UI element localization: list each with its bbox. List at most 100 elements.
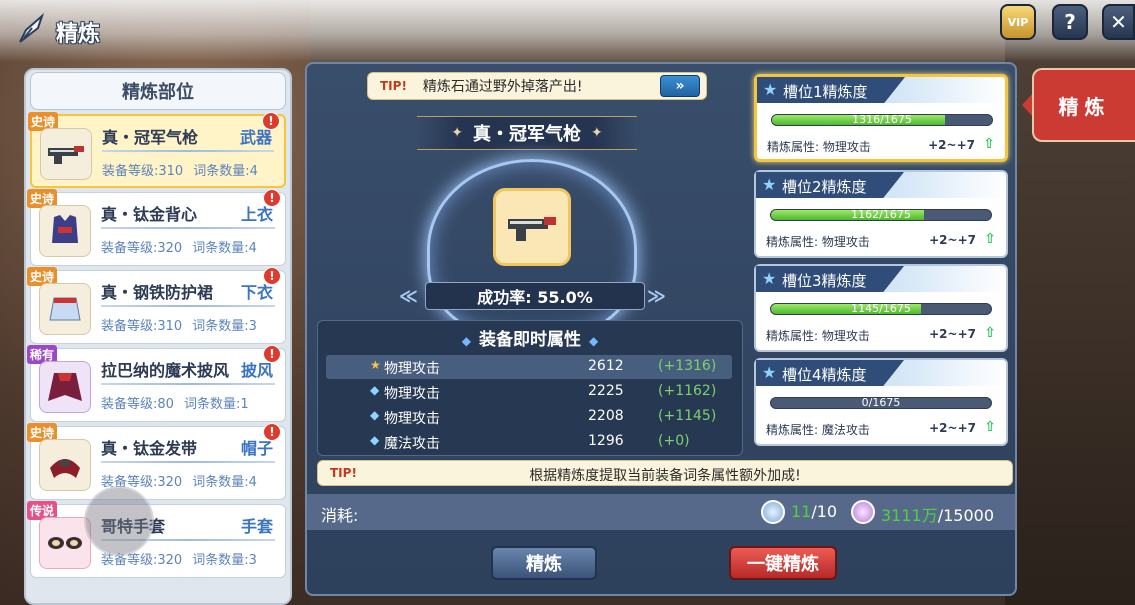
page-title: 精炼 (56, 22, 101, 47)
attributes-title: ◆ 装备即时属性 ◆ (318, 325, 742, 350)
slot-title: 槽位4精炼度 (782, 366, 867, 384)
slot-attribute: 精炼属性: 魔法攻击 (766, 423, 870, 437)
slot-range: +2~+7 (929, 233, 976, 247)
star-icon: ★ (762, 269, 777, 288)
tip-bottom-text: 根据精炼度提取当前装备词条属性额外加成! (529, 468, 801, 484)
equipment-entries: 词条数量:4 (192, 241, 257, 256)
slot-progress-bar: 1162/1675 (770, 209, 992, 221)
gloves-icon (39, 517, 91, 569)
refine-slot-4[interactable]: ★ 槽位4精炼度 0/1675 精炼属性: 魔法攻击 +2~+7 ⇧ (754, 358, 1008, 446)
one-key-refine-button[interactable]: 一键精炼 (729, 546, 837, 580)
side-tab-refine[interactable]: 精炼 (1032, 68, 1135, 142)
arrow-right-icon: ≫ (647, 286, 666, 307)
divider (101, 461, 275, 463)
headband-icon (39, 439, 91, 491)
equipment-entries: 词条数量:4 (193, 164, 258, 179)
refine-slot-1[interactable]: ★ 槽位1精炼度 1316/1675 精炼属性: 物理攻击 +2~+7 ⇧ (754, 74, 1008, 162)
equipment-entries: 词条数量:1 (183, 397, 249, 412)
gold-need: /15000 (937, 506, 995, 525)
attribute-value: 1296 (588, 433, 624, 449)
divider (101, 383, 275, 385)
diamond-icon: ◆ (370, 383, 380, 397)
stone-cost: 11/10 (791, 502, 837, 521)
close-icon: ✕ (1110, 10, 1127, 34)
equipment-slot: 手套 (240, 517, 273, 536)
star-icon: ★ (762, 175, 777, 194)
slot-progress-bar: 0/1675 (770, 397, 992, 409)
help-button[interactable]: ? (1052, 4, 1088, 40)
attribute-value: 2225 (588, 383, 624, 399)
top-bar: 精炼 VIP ? ✕ (0, 0, 1135, 62)
instant-attributes-panel: ◆ 装备即时属性 ◆ ★ 物理攻击 2612 (+1316) ◆ 物理攻击 2225… (317, 320, 743, 456)
star-icon: ★ (763, 80, 778, 99)
quill-icon (19, 12, 45, 43)
equipment-name: 真・钛金背心 (101, 205, 198, 224)
equipment-entries: 词条数量:4 (192, 475, 257, 490)
alert-icon: ! (263, 423, 281, 441)
diamond-icon: ◆ (370, 433, 380, 447)
equipment-list-title: 精炼部位 (30, 72, 286, 110)
slot-progress-text: 1145/1675 (851, 303, 911, 315)
equipment-item[interactable]: 史诗 真・钛金发带 帽子 装备等级:320 词条数量:4 ! (27, 423, 286, 500)
attribute-value: 2208 (588, 408, 624, 424)
equipment-item[interactable]: 传说 哥特手套 手套 装备等级:320 词条数量:3 (27, 501, 286, 578)
diamond-icon: ◆ (370, 408, 380, 422)
divider (101, 305, 275, 307)
selected-item-title: ✦ 真・冠军气枪 ✦ (417, 116, 637, 150)
sparkle-icon: ✦ (591, 125, 603, 141)
tip-bottom-banner: TIP! 根据精炼度提取当前装备词条属性额外加成! (317, 460, 1013, 486)
equipment-level: 装备等级:310 (101, 319, 183, 334)
attribute-row: ◆ 魔法攻击 1296 (+0) (326, 430, 732, 454)
tip-next-button[interactable]: » (660, 75, 700, 97)
selected-item-name: 真・冠军气枪 (473, 124, 581, 145)
slot-progress-bar: 1145/1675 (770, 303, 992, 315)
slot-progress-text: 1162/1675 (851, 209, 911, 221)
vip-label: VIP (1007, 15, 1029, 29)
slot-title: 槽位1精炼度 (783, 83, 868, 101)
equipment-name: 真・钢铁防护裙 (101, 283, 214, 302)
slot-progress-bar: 1316/1675 (771, 114, 993, 126)
equipment-level: 装备等级:320 (101, 241, 183, 256)
slot-title: 槽位2精炼度 (782, 178, 867, 196)
equipment-entries: 词条数量:3 (192, 319, 257, 334)
tip-tag: TIP! (380, 79, 407, 93)
attribute-name: 物理攻击 (384, 411, 440, 427)
equipment-item[interactable]: 稀有 拉巴纳的魔术披风 披风 装备等级:80 词条数量:1 ! (27, 345, 286, 422)
equipment-item[interactable]: 史诗 真・冠军气枪 武器 装备等级:310 词条数量:4 ! (28, 112, 286, 188)
slot-progress-text: 1316/1675 (852, 114, 912, 126)
alert-icon: ! (263, 189, 281, 207)
star-icon: ★ (370, 358, 381, 372)
vest-icon (39, 205, 91, 257)
equipment-name: 真・钛金发带 (101, 439, 198, 458)
success-rate: 成功率: 55.0% (425, 282, 645, 310)
tip-banner: TIP! 精炼石通过野外掉落产出! » (367, 72, 707, 100)
refine-slot-2[interactable]: ★ 槽位2精炼度 1162/1675 精炼属性: 物理攻击 +2~+7 ⇧ (754, 170, 1008, 258)
equipment-item[interactable]: 史诗 真・钢铁防护裙 下衣 装备等级:310 词条数量:3 ! (27, 267, 286, 344)
slot-range: +2~+7 (928, 138, 975, 152)
virtual-joystick[interactable] (84, 486, 154, 556)
attribute-name: 魔法攻击 (384, 436, 440, 452)
selected-item-slot[interactable] (493, 188, 571, 266)
gun-icon (40, 128, 92, 180)
gold-cost: 3111万/15000 (881, 502, 994, 526)
slot-title: 槽位3精炼度 (782, 272, 867, 290)
skirt-icon (39, 283, 91, 335)
star-icon: ★ (762, 363, 777, 382)
equipment-item[interactable]: 史诗 真・钛金背心 上衣 装备等级:320 词条数量:4 ! (27, 189, 286, 266)
stone-need: /10 (811, 502, 838, 521)
slot-attribute: 精炼属性: 物理攻击 (766, 329, 870, 343)
equipment-meta: 装备等级:320 词条数量:4 (101, 237, 257, 256)
equipment-entries: 词条数量:3 (192, 553, 257, 568)
attributes-title-text: 装备即时属性 (479, 330, 581, 350)
divider (101, 227, 275, 229)
vip-button[interactable]: VIP (1000, 4, 1036, 40)
cost-label: 消耗: (321, 506, 359, 525)
stone-have: 11 (791, 502, 812, 521)
close-button[interactable]: ✕ (1102, 4, 1135, 40)
equipment-level: 装备等级:310 (102, 164, 184, 179)
slot-range: +2~+7 (929, 421, 976, 435)
divider (102, 150, 274, 152)
refine-button[interactable]: 精炼 (491, 546, 597, 580)
arrow-up-icon: ⇧ (984, 231, 996, 247)
refine-slot-3[interactable]: ★ 槽位3精炼度 1145/1675 精炼属性: 物理攻击 +2~+7 ⇧ (754, 264, 1008, 352)
